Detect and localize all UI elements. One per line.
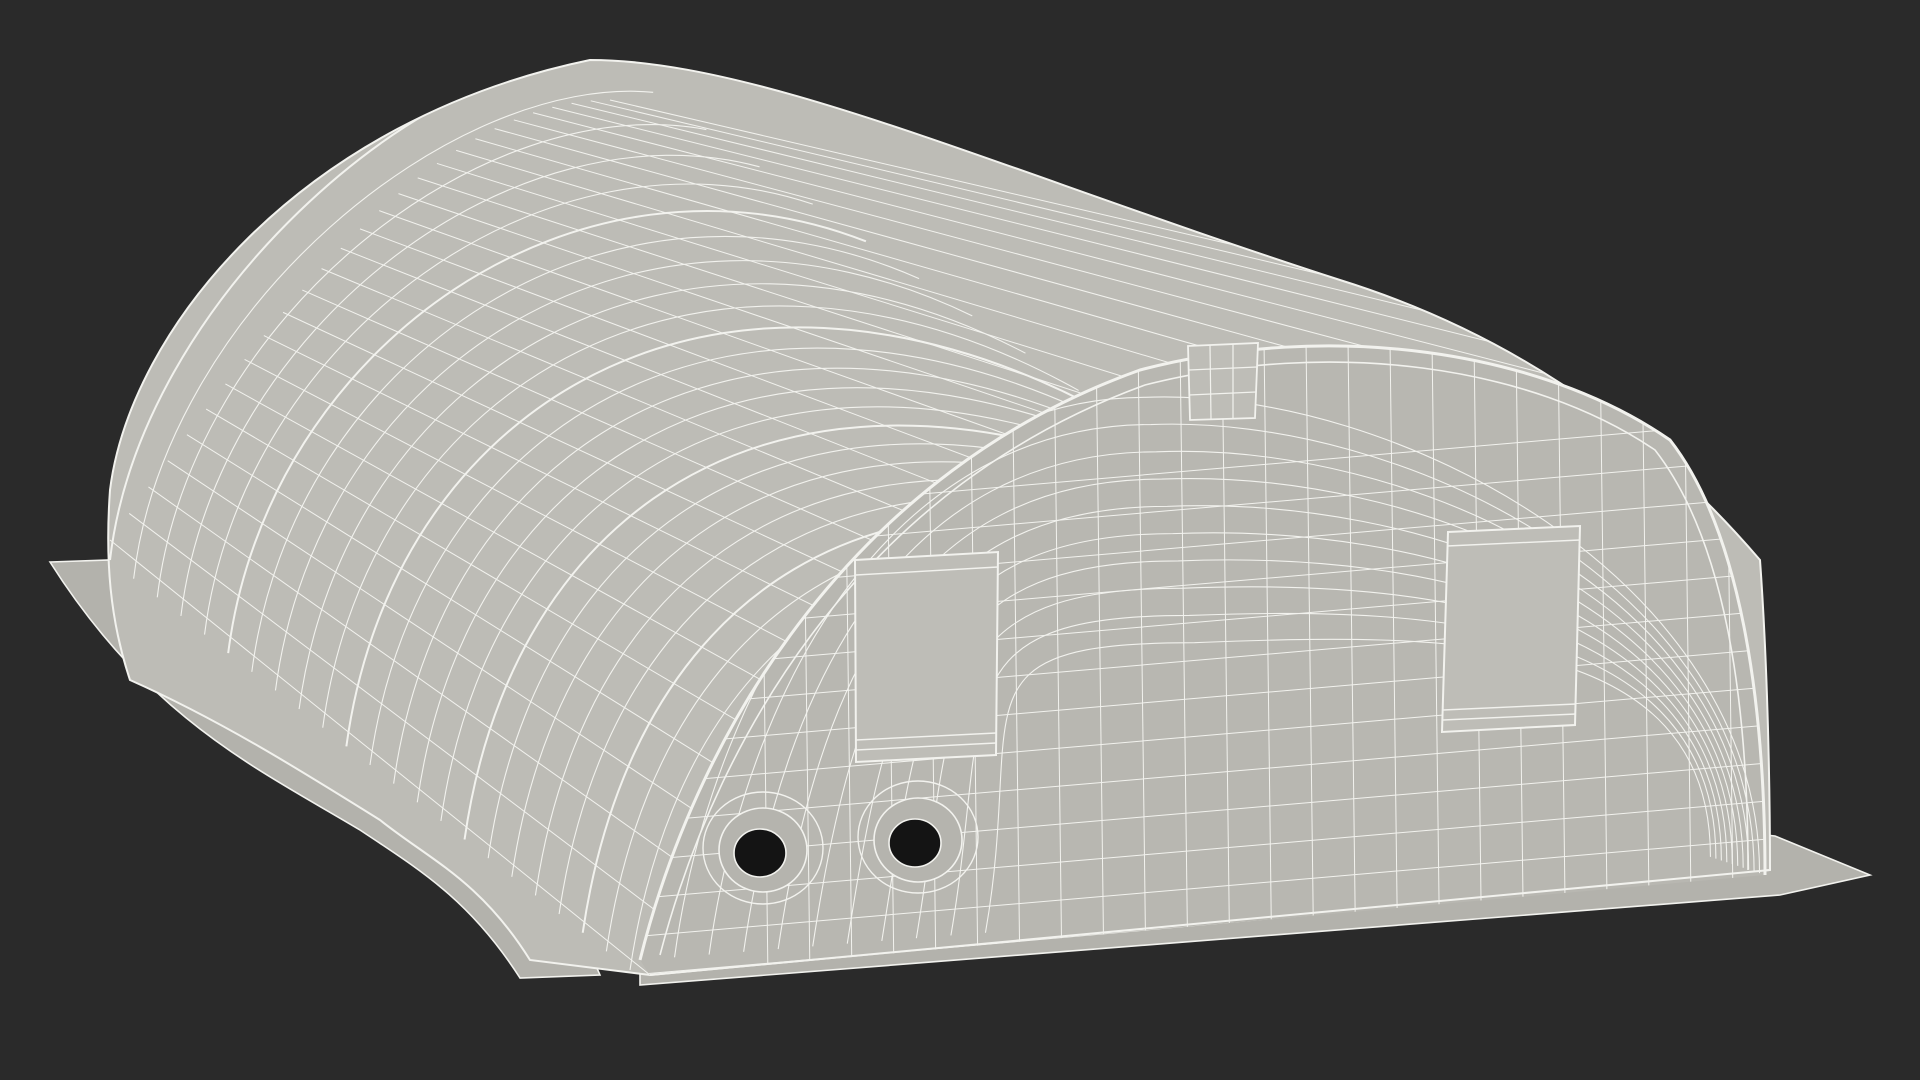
3d-viewport[interactable] <box>0 0 1920 1080</box>
left-duct-port <box>702 791 824 905</box>
right-window-flap <box>1440 524 1582 734</box>
wireframe-render <box>48 59 1873 986</box>
left-window-flap <box>853 550 1000 764</box>
right-duct-port <box>857 780 979 894</box>
top-vent-flap <box>1187 342 1259 421</box>
